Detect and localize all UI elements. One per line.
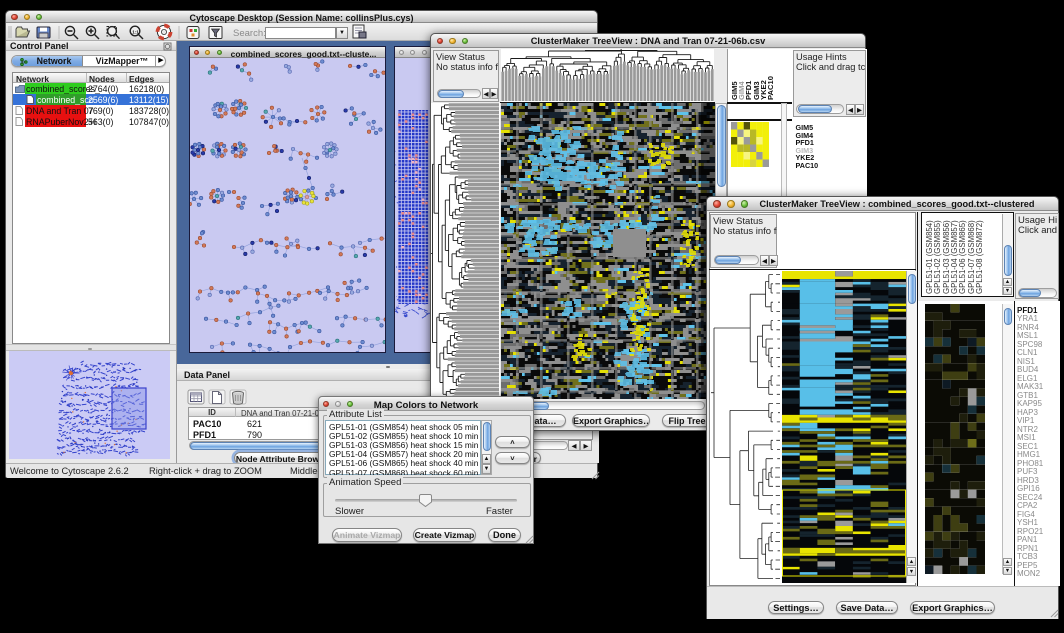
- svg-text:1:1: 1:1: [132, 29, 139, 34]
